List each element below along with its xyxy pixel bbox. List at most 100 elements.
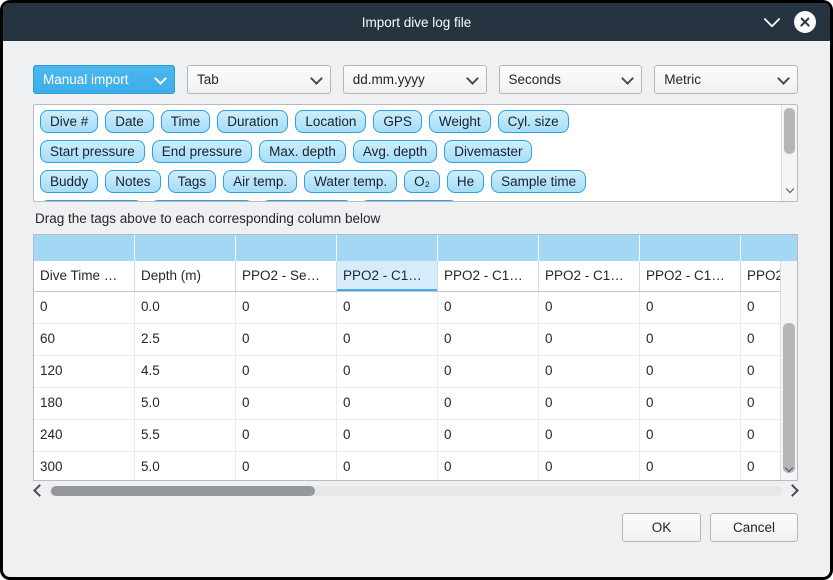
table-header-row: Dive Time …Depth (m)PPO2 - Se…PPO2 - C1…… [34,261,780,292]
column-header-0[interactable]: Dive Time … [34,261,135,291]
tag-o[interactable]: O₂ [404,170,440,193]
chevron-down-icon [621,72,634,85]
dropdown-metric[interactable]: Metric [654,65,798,94]
tag-buddy[interactable]: Buddy [40,170,98,193]
drop-target-6[interactable] [640,235,741,261]
table-row: 2405.5000000 [34,420,780,452]
drop-target-1[interactable] [135,235,236,261]
horizontal-scrollbar-thumb[interactable] [51,486,315,496]
tag-max-depth[interactable]: Max. depth [259,140,346,163]
import-table: Dive Time …Depth (m)PPO2 - Se…PPO2 - C1…… [33,234,798,481]
tag-air-temp[interactable]: Air temp. [223,170,297,193]
tag-row: Start pressure End pressure Max. depth Avg.… [40,140,775,163]
tag-start-pressure[interactable]: Start pressure [40,140,145,163]
column-header-1[interactable]: Depth (m) [135,261,236,291]
titlebar[interactable]: Import dive log file [3,3,830,41]
table-cell: 240 [34,420,135,451]
tag-dive[interactable]: Dive # [40,110,98,133]
import-dialog: Import dive log file Manual import Tab dd.… [3,3,830,577]
table-cell: 0 [337,452,438,480]
table-row: 1204.5000000 [34,356,780,388]
table-cell: 5.5 [135,420,236,451]
tag-end-pressure[interactable]: End pressure [152,140,252,163]
table-cell: 0 [236,420,337,451]
drop-target-7[interactable] [741,235,797,261]
table-row: 1805.0000000 [34,388,780,420]
tag-scrollbar[interactable] [781,105,797,201]
table-cell: 0 [236,356,337,387]
window-shade-icon[interactable] [764,11,781,28]
tag-water-temp[interactable]: Water temp. [304,170,397,193]
table-cell: 5.0 [135,388,236,419]
tag-duration[interactable]: Duration [217,110,288,133]
table-cell: 120 [34,356,135,387]
tag-gps[interactable]: GPS [373,110,422,133]
tag-scrollbar-thumb[interactable] [784,108,795,154]
chevron-down-icon [466,72,479,85]
drop-target-5[interactable] [539,235,640,261]
scroll-left-button[interactable] [33,482,45,500]
scroll-down-icon[interactable] [785,464,793,472]
tag-sample-temp[interactable]: Sample temp. [150,200,253,201]
table-cell: 0 [539,420,640,451]
tag-sample-cns[interactable]: Sample CNS [360,200,458,201]
scroll-down-icon[interactable] [785,185,793,193]
ok-button[interactable]: OK [622,513,701,542]
tag-divemaster[interactable]: Divemaster [444,140,532,163]
table-cell: 0 [640,292,741,323]
table-body: Dive Time …Depth (m)PPO2 - Se…PPO2 - C1…… [34,261,797,480]
drop-target-0[interactable] [34,235,135,261]
column-header-3[interactable]: PPO2 - C1… [337,261,438,291]
table-cell: 2.5 [135,324,236,355]
chevron-down-icon [310,72,323,85]
tag-cyl-size[interactable]: Cyl. size [498,110,569,133]
drop-target-4[interactable] [438,235,539,261]
column-header-2[interactable]: PPO2 - Se… [236,261,337,291]
table-cell: 0 [236,388,337,419]
chevron-left-icon [33,484,46,497]
tag-time[interactable]: Time [161,110,211,133]
dropdown-manual-import[interactable]: Manual import [33,65,175,94]
table-cell: 0 [539,292,640,323]
drop-target-2[interactable] [236,235,337,261]
tag-weight[interactable]: Weight [429,110,491,133]
window-close-button[interactable] [794,11,816,33]
horizontal-scrollbar[interactable] [33,484,798,498]
tag-avg-depth[interactable]: Avg. depth [353,140,437,163]
horizontal-scrollbar-track[interactable] [49,486,782,496]
tag-sample-time[interactable]: Sample time [491,170,586,193]
table-cell: 0 [539,452,640,480]
tag-he[interactable]: He [447,170,484,193]
table-cell: 0 [438,292,539,323]
table-cell: 0 [539,324,640,355]
column-header-5[interactable]: PPO2 - C1… [539,261,640,291]
table-cell: 0 [236,324,337,355]
table-scrollbar-thumb[interactable] [783,323,795,473]
table-cell: 0 [34,292,135,323]
table-cell: 0 [640,452,741,480]
window-frame: Import dive log file Manual import Tab dd.… [0,0,833,580]
table-columns: Dive Time …Depth (m)PPO2 - Se…PPO2 - C1…… [34,261,780,480]
tag-notes[interactable]: Notes [105,170,160,193]
table-cell: 0 [337,356,438,387]
tag-row: Dive # Date Time Duration Location GPS Weight C… [40,110,775,133]
tag-tags[interactable]: Tags [168,170,217,193]
tag-list: Dive # Date Time Duration Location GPS Weight C… [34,105,781,201]
tag-sample-depth[interactable]: Sample depth [40,200,143,201]
column-header-6[interactable]: PPO2 - C1… [640,261,741,291]
table-cell: 0 [438,356,539,387]
tag-date[interactable]: Date [105,110,154,133]
column-header-7[interactable]: PPO2 [741,261,780,291]
dropdown-seconds[interactable]: Seconds [499,65,643,94]
dropdown-dd-mm-yyyy[interactable]: dd.mm.yyyy [343,65,487,94]
dropdown-tab[interactable]: Tab [187,65,331,94]
scroll-right-button[interactable] [786,482,798,500]
cancel-button[interactable]: Cancel [710,513,798,542]
tag-panel: Dive # Date Time Duration Location GPS Weight C… [33,104,798,202]
tag-location[interactable]: Location [295,110,366,133]
column-header-4[interactable]: PPO2 - C1… [438,261,539,291]
drop-target-3[interactable] [337,235,438,261]
dropdown-value: Manual import [43,72,148,87]
tag-sample-po[interactable]: Sample pO₂ [261,200,354,201]
table-scrollbar[interactable] [780,261,797,480]
